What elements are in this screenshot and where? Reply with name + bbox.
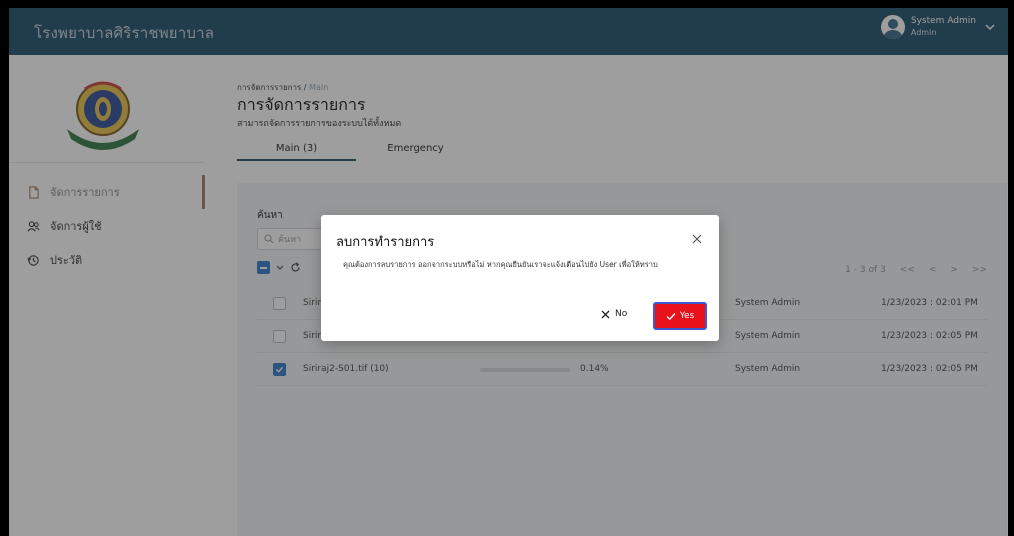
delete-confirm-dialog: ลบการทำรายการ คุณต้องการลบรายการ ออกจากร…: [321, 215, 719, 341]
check-icon: [666, 312, 676, 320]
close-icon[interactable]: [691, 233, 703, 245]
app-window: โรงพยาบาลศิริราชพยาบาล System Admin Admi…: [9, 8, 1008, 536]
yes-button-label: Yes: [679, 311, 695, 321]
no-button[interactable]: No: [601, 309, 627, 319]
no-button-label: No: [615, 309, 628, 319]
dialog-message: คุณต้องการลบรายการ ออกจากระบบหรือไม่ หาก…: [343, 260, 658, 269]
yes-button[interactable]: Yes: [653, 302, 707, 330]
close-icon: [601, 310, 610, 318]
dialog-title: ลบการทำรายการ: [336, 235, 435, 250]
